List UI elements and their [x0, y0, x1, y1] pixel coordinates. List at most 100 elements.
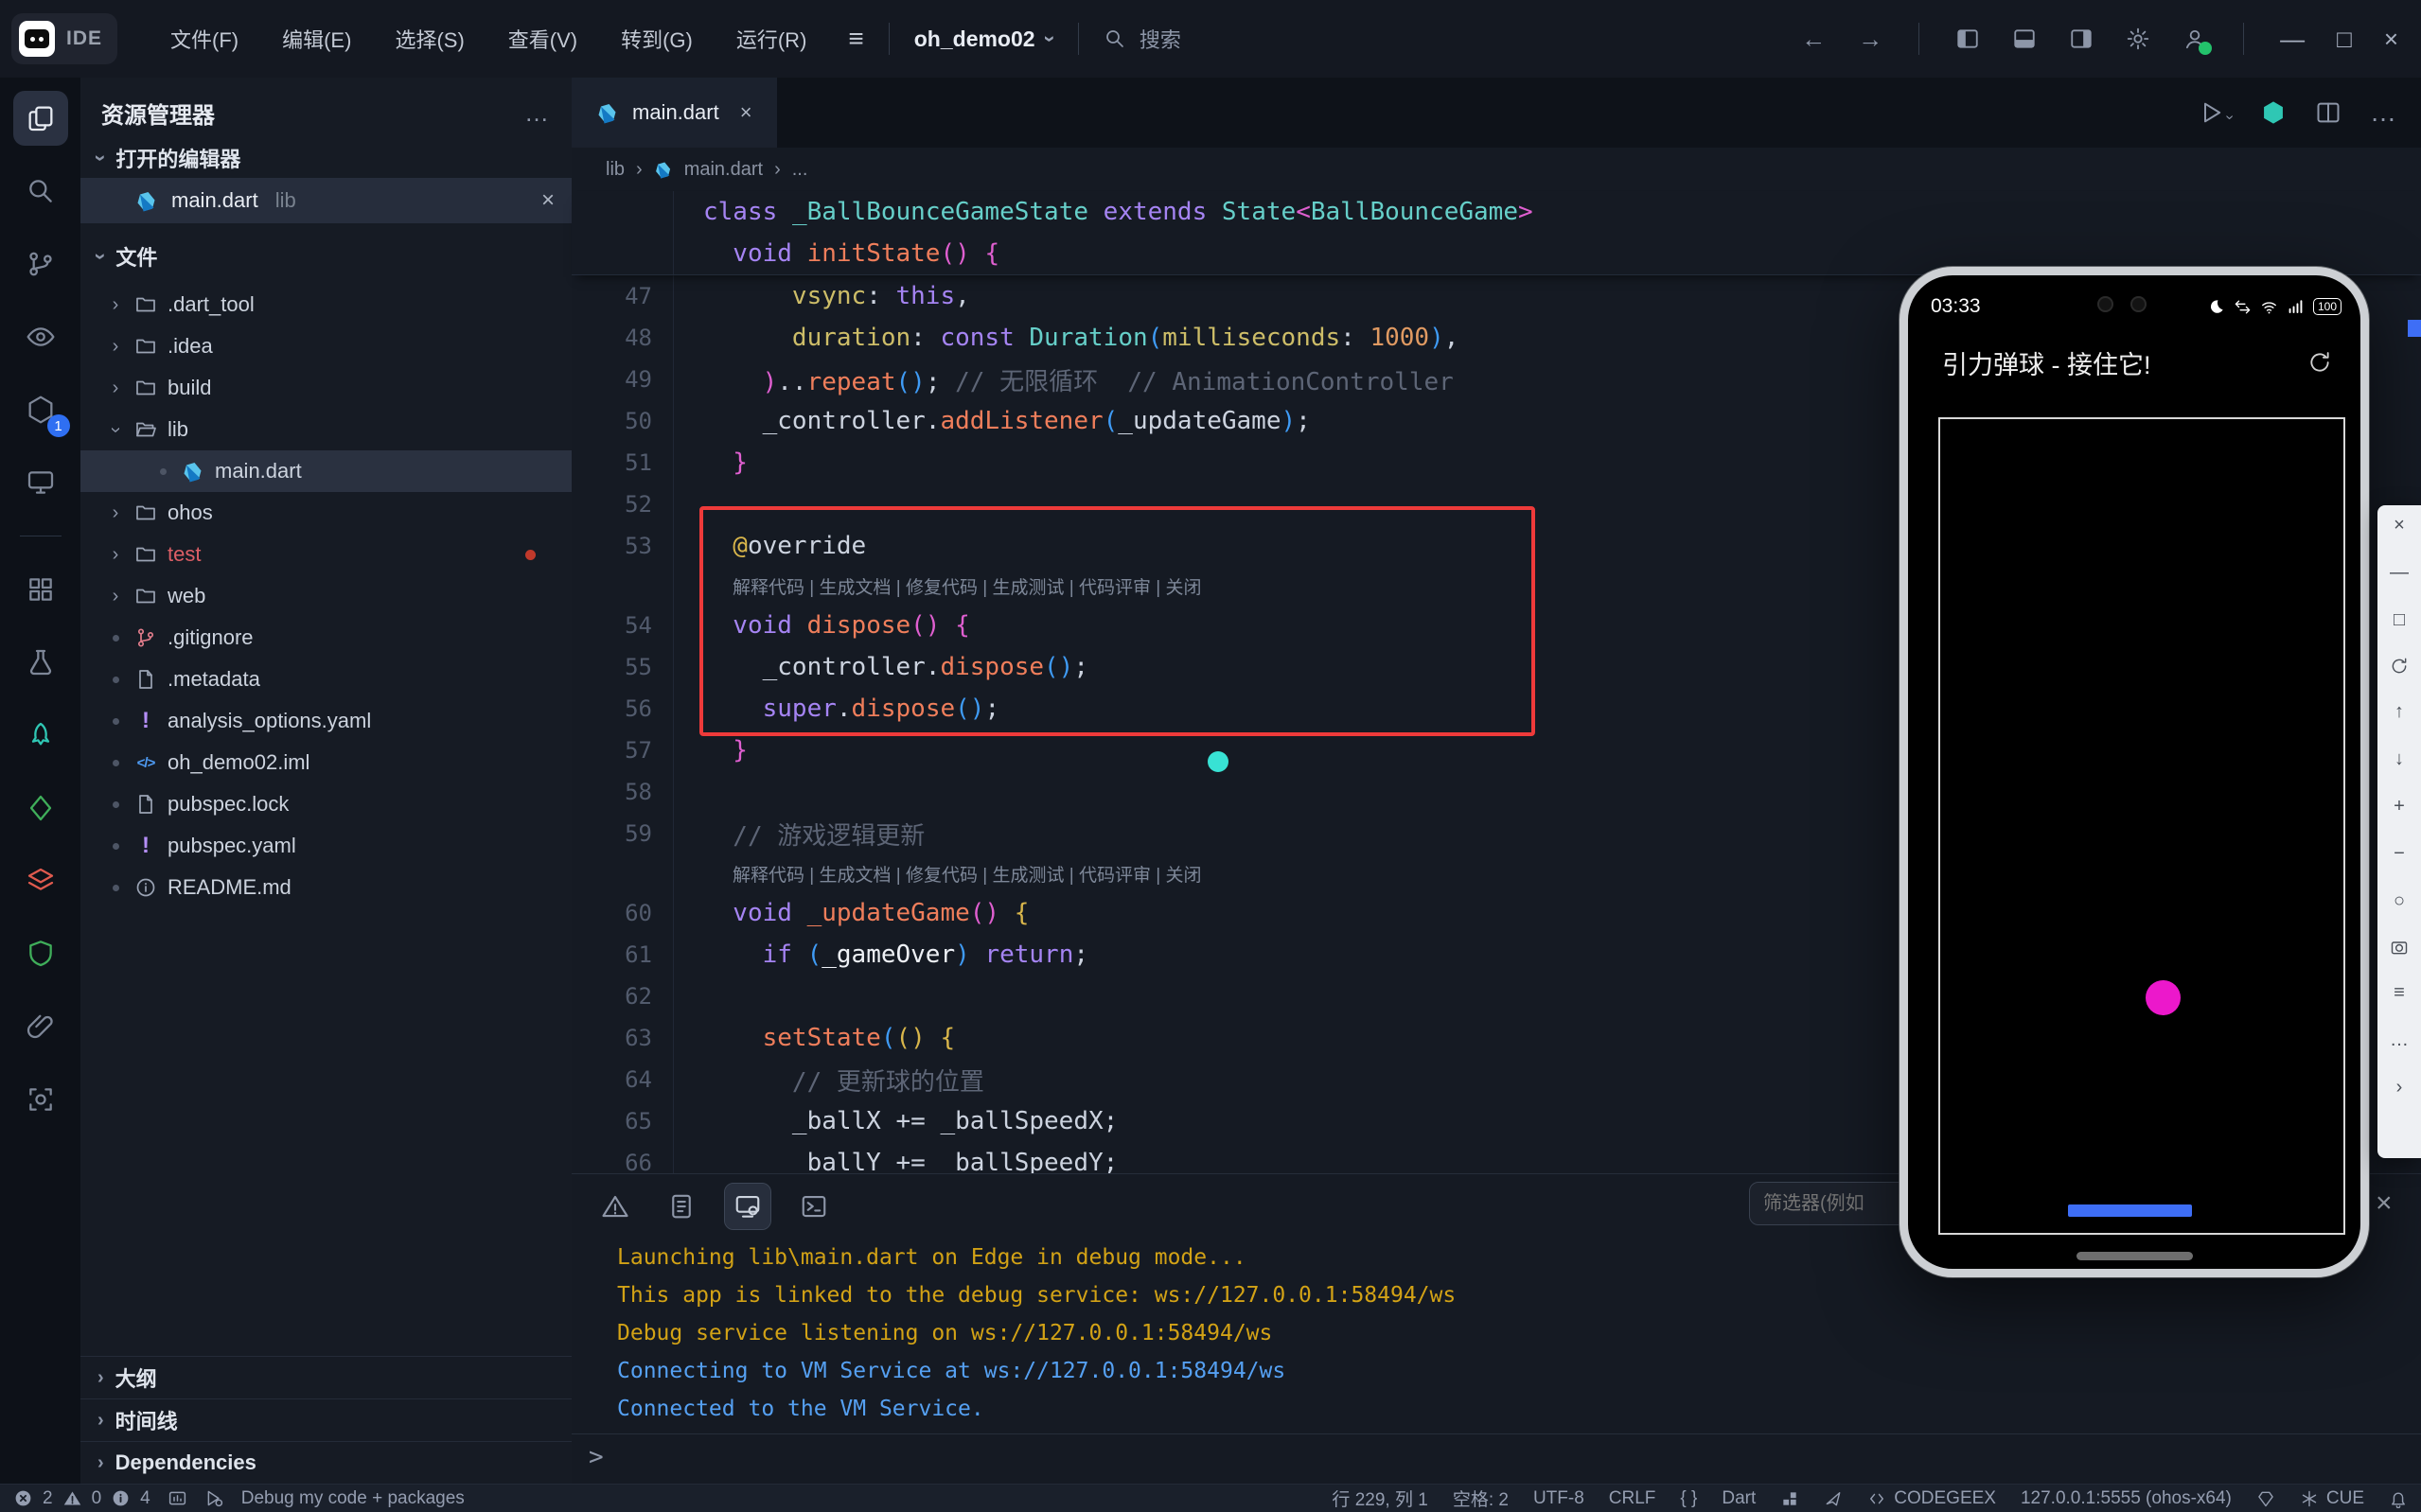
tree-item-oh_demo02.iml[interactable]: </> oh_demo02.iml [80, 742, 572, 783]
open-editor-item-main-dart[interactable]: main.dart lib × [80, 178, 572, 223]
breadcrumb-lib[interactable]: lib [606, 159, 625, 181]
activity-source-control-icon[interactable] [13, 237, 68, 291]
debug-config-label[interactable]: Debug my code + packages [241, 1488, 465, 1509]
tree-item-ohos[interactable]: › ohos [80, 492, 572, 534]
tree-item-.gitignore[interactable]: .gitignore [80, 617, 572, 659]
emulator-menu-icon[interactable]: ≡ [2394, 982, 2405, 1004]
activity-preview-eye-icon[interactable] [13, 309, 68, 364]
info-count[interactable]: 4 [140, 1488, 150, 1509]
panel-close-icon[interactable]: × [2376, 1187, 2393, 1220]
activity-device-monitor-icon[interactable] [13, 455, 68, 510]
breadcrumb[interactable]: lib › main.dart › ... [572, 148, 2421, 191]
chevron-collapsed-icon[interactable]: › [101, 378, 130, 399]
tree-item-analysis_options.yaml[interactable]: ! analysis_options.yaml [80, 700, 572, 742]
close-editor-icon[interactable]: × [541, 187, 555, 214]
hamburger-menu-icon[interactable]: ≡ [848, 24, 863, 54]
activity-files-explorer-icon[interactable] [12, 91, 68, 146]
refresh-icon[interactable] [2307, 350, 2332, 375]
settings-gear-icon[interactable] [2126, 26, 2150, 51]
errors-icon[interactable] [13, 1488, 33, 1508]
panel-device-output-icon[interactable] [724, 1183, 771, 1230]
window-maximize-button[interactable]: □ [2337, 25, 2352, 54]
chevron-collapsed-icon[interactable]: › [101, 544, 130, 566]
panel-log-icon[interactable] [659, 1184, 704, 1229]
activity-deploy-rocket-icon[interactable] [13, 708, 68, 763]
open-editors-section[interactable]: › 打开的编辑器 [80, 138, 572, 178]
status-item-行-229-列-1[interactable]: 行 229, 列 1 [1332, 1486, 1427, 1511]
inspector-hexagon-icon[interactable] [2260, 99, 2287, 126]
status-item-bell[interactable] [2389, 1489, 2408, 1508]
menu-item-4[interactable]: 转到(G) [621, 24, 693, 54]
tree-item-.idea[interactable]: › .idea [80, 325, 572, 367]
debug-launch-icon[interactable] [204, 1488, 224, 1508]
global-search[interactable]: 搜索 [1104, 24, 1181, 54]
errors-count[interactable]: 2 [43, 1488, 53, 1509]
emulator-window-icon[interactable]: □ [2394, 609, 2405, 631]
activity-apps-grid-icon[interactable] [13, 562, 68, 617]
tree-item-.metadata[interactable]: .metadata [80, 659, 572, 700]
activity-profiler-layers-icon[interactable] [13, 853, 68, 908]
activity-attach-clip-icon[interactable] [13, 999, 68, 1054]
activity-security-shield-icon[interactable] [13, 926, 68, 981]
info-icon[interactable] [111, 1488, 131, 1508]
menu-item-5[interactable]: 运行(R) [736, 24, 807, 54]
game-paddle[interactable] [2068, 1204, 2192, 1217]
menu-item-3[interactable]: 查看(V) [508, 24, 577, 54]
tree-item-build[interactable]: › build [80, 367, 572, 409]
warnings-icon[interactable] [62, 1488, 82, 1508]
project-switcher[interactable]: oh_demo02 › [914, 26, 1062, 52]
tree-item-main.dart[interactable]: main.dart [80, 450, 572, 492]
account-icon[interactable] [2182, 26, 2213, 55]
status-item--[interactable]: { } [1680, 1488, 1697, 1509]
more-actions-icon[interactable]: … [2370, 97, 2396, 128]
tab-main-dart[interactable]: main.dart × [572, 78, 777, 148]
activity-test-flask-icon[interactable] [13, 635, 68, 690]
menu-item-1[interactable]: 编辑(E) [282, 24, 351, 54]
status-item-127-0-0-1-5555-ohos-[interactable]: 127.0.0.1:5555 (ohos-x64) [2021, 1488, 2232, 1509]
breadcrumb-file[interactable]: main.dart [684, 159, 763, 181]
more-actions-icon[interactable]: … [524, 98, 551, 128]
emulator-arrow-down-icon[interactable]: ↓ [2394, 748, 2404, 770]
tree-item-lib[interactable]: › lib [80, 409, 572, 450]
sidebar-section-Dependencies[interactable]: › Dependencies [80, 1441, 572, 1484]
tree-item-web[interactable]: › web [80, 575, 572, 617]
activity-extensions-hexagon-icon[interactable]: 1 [13, 382, 70, 437]
status-item-CRLF[interactable]: CRLF [1609, 1488, 1656, 1509]
status-item-blocks[interactable] [1780, 1489, 1799, 1508]
emulator-next-icon[interactable]: › [2396, 1077, 2403, 1099]
sticky-scroll-header[interactable]: class _BallBounceGameState extends State… [572, 191, 2421, 275]
app-logo[interactable]: IDE [11, 13, 118, 64]
window-minimize-button[interactable]: — [2280, 25, 2305, 54]
status-item-CUE[interactable]: CUE [2300, 1488, 2364, 1509]
console-prompt[interactable]: > [589, 1443, 604, 1471]
sticky-line-0[interactable]: class _BallBounceGameState extends State… [572, 191, 2421, 233]
tree-item-pubspec.yaml[interactable]: ! pubspec.yaml [80, 825, 572, 867]
panel-terminal-icon[interactable] [791, 1184, 837, 1229]
breadcrumb-symbol[interactable]: ... [792, 159, 808, 181]
emulator-close-icon[interactable]: × [2394, 515, 2405, 536]
nav-forward-icon[interactable]: → [1858, 25, 1882, 54]
tree-item-.dart_tool[interactable]: › .dart_tool [80, 284, 572, 325]
menu-item-0[interactable]: 文件(F) [170, 24, 239, 54]
emulator-zoom-out-icon[interactable]: − [2394, 843, 2405, 865]
ports-icon[interactable] [168, 1488, 187, 1508]
activity-code-scan-icon[interactable] [13, 1072, 68, 1127]
toggle-sidebar-icon[interactable] [1955, 26, 1980, 51]
nav-back-icon[interactable]: ← [1801, 25, 1826, 54]
chevron-expanded-icon[interactable]: › [105, 415, 127, 444]
tree-item-test[interactable]: › test [80, 534, 572, 575]
warnings-count[interactable]: 0 [92, 1488, 102, 1509]
activity-search-icon[interactable] [13, 164, 68, 219]
emulator-zoom-in-icon[interactable]: + [2394, 796, 2405, 818]
tree-item-pubspec.lock[interactable]: pubspec.lock [80, 783, 572, 825]
status-item-UTF-8[interactable]: UTF-8 [1533, 1488, 1584, 1509]
chevron-collapsed-icon[interactable]: › [101, 294, 130, 316]
emulator-circle-icon[interactable]: ○ [2394, 890, 2405, 912]
tree-item-README.md[interactable]: README.md [80, 867, 572, 908]
chevron-collapsed-icon[interactable]: › [101, 586, 130, 607]
sidebar-section-时间线[interactable]: › 时间线 [80, 1398, 572, 1441]
activity-sdk-diamond-icon[interactable] [13, 781, 68, 835]
panel-warning-icon[interactable] [592, 1184, 638, 1229]
files-section[interactable]: › 文件 [80, 237, 572, 276]
phone-emulator-window[interactable]: 03:33 100 引力弹球 - 接住它! [1900, 267, 2369, 1277]
